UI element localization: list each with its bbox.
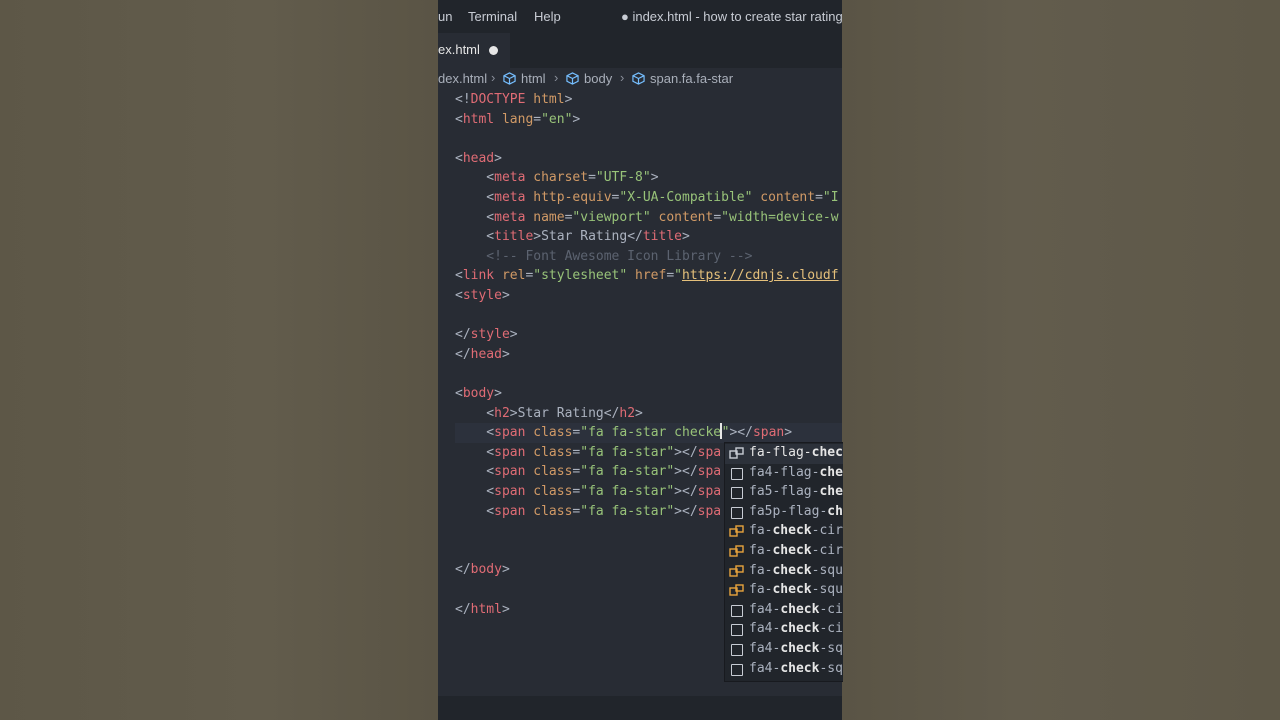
code-line: <style>	[455, 288, 510, 303]
text-icon	[731, 663, 743, 676]
menu-item-terminal[interactable]: Terminal	[468, 9, 517, 24]
chevron-right-icon: ›	[554, 70, 559, 85]
symbol-cube-icon	[566, 72, 579, 85]
menu-item-help[interactable]: Help	[534, 9, 561, 24]
code-line: </style>	[455, 327, 518, 343]
property-icon	[729, 545, 744, 557]
suggestion-label: fa4-check-ci	[749, 621, 843, 637]
code-line: </head>	[455, 346, 510, 362]
autocomplete-suggestions: fa-flag-chec fa4-flag-che fa5-flag-che f…	[724, 442, 843, 682]
suggestion-item[interactable]: fa-check-cir	[725, 542, 843, 562]
background-left	[0, 0, 438, 720]
property-icon	[729, 564, 744, 577]
symbol-cube-icon	[632, 72, 645, 85]
code-line: </html>	[455, 601, 510, 617]
code-line: <body>	[455, 386, 502, 401]
suggestion-item[interactable]: fa4-check-sq	[725, 640, 843, 660]
suggestion-label: fa4-check-sq	[749, 660, 843, 676]
menu-bar: un Terminal Help ● index.html - how to c…	[438, 0, 842, 33]
suggestion-item[interactable]: fa-check-squ	[725, 581, 843, 601]
chevron-right-icon: ›	[491, 70, 496, 85]
code-line: <link rel="stylesheet" href="https://cdn…	[455, 268, 839, 284]
suggestion-label: fa4-check-ci	[749, 601, 843, 617]
suggestion-label: fa5-flag-che	[749, 484, 843, 500]
text-icon	[731, 644, 743, 656]
code-line: <h2>Star Rating</h2>	[455, 405, 643, 421]
chevron-right-icon: ›	[620, 70, 625, 85]
suggestion-item[interactable]: fa4-flag-che	[725, 464, 843, 484]
suggestion-label: fa-check-cir	[749, 523, 843, 539]
text-icon	[731, 604, 743, 617]
background-right	[842, 0, 1280, 720]
code-line: <meta name="viewport" content="width=dev…	[455, 209, 839, 225]
breadcrumb-body[interactable]: body	[584, 71, 612, 86]
code-line: <span class="fa fa-star"></spa	[455, 444, 722, 460]
status-bar	[438, 696, 842, 720]
text-icon	[731, 624, 743, 637]
text-icon	[731, 467, 743, 480]
code-line: <!DOCTYPE html>	[455, 92, 573, 107]
breadcrumb-html[interactable]: html	[521, 71, 546, 86]
breadcrumb-span[interactable]: span.fa.fa-star	[650, 71, 733, 86]
suggestion-item[interactable]: fa-flag-chec	[725, 444, 843, 464]
suggestion-item[interactable]: fa4-check-sq	[725, 660, 843, 680]
code-line-active: <span class="fa fa-star checke"></span>	[455, 423, 842, 443]
suggestion-item[interactable]: fa5p-flag-ch	[725, 503, 843, 523]
tab-label: ex.html	[438, 42, 480, 57]
code-line: <head>	[455, 150, 502, 166]
property-icon	[729, 525, 744, 538]
code-line: <meta charset="UTF-8">	[455, 170, 659, 186]
suggestion-label: fa5p-flag-ch	[749, 503, 843, 519]
code-line: <span class="fa fa-star"></spa	[455, 484, 722, 499]
property-icon	[729, 584, 744, 596]
code-line: <title>Star Rating</title>	[455, 229, 690, 245]
code-line: </body>	[455, 562, 510, 578]
suggestion-label: fa-check-squ	[749, 562, 843, 578]
suggestion-item[interactable]: fa-check-cir	[725, 522, 843, 542]
code-link[interactable]: https://cdnjs.cloudf	[682, 268, 839, 283]
code-line: <span class="fa fa-star"></spa	[455, 503, 722, 519]
breadcrumb: dex.html › html › body › span.fa.fa-star	[438, 68, 842, 90]
breadcrumb-file[interactable]: dex.html	[438, 71, 487, 86]
suggestion-item[interactable]: fa4-check-ci	[725, 601, 843, 621]
tab-bar: ex.html	[438, 33, 842, 68]
text-icon	[731, 506, 743, 519]
unsaved-dot-icon[interactable]	[489, 46, 498, 55]
text-icon	[731, 487, 743, 500]
suggestion-item[interactable]: fa4-check-ci	[725, 620, 843, 640]
suggestion-label: fa-check-cir	[749, 543, 843, 558]
code-line: <html lang="en">	[455, 111, 581, 127]
tab-index-html[interactable]: ex.html	[438, 33, 510, 68]
code-line: <meta http-equiv="X-UA-Compatible" conte…	[455, 190, 839, 205]
suggestion-label: fa-flag-chec	[749, 445, 843, 460]
suggestion-label: fa4-check-sq	[749, 641, 843, 656]
suggestion-label: fa4-flag-che	[749, 464, 843, 480]
symbol-cube-icon	[503, 72, 516, 85]
suggestion-label: fa-check-squ	[749, 582, 843, 598]
code-line: <span class="fa fa-star"></spa	[455, 464, 722, 480]
code-comment: <!-- Font Awesome Icon Library -->	[455, 248, 753, 264]
suggestion-item[interactable]: fa-check-squ	[725, 562, 843, 582]
window-title: ● index.html - how to create star rating…	[621, 9, 842, 24]
property-icon	[729, 447, 744, 459]
suggestion-item[interactable]: fa5-flag-che	[725, 483, 843, 503]
menu-item-run[interactable]: un	[438, 9, 452, 24]
